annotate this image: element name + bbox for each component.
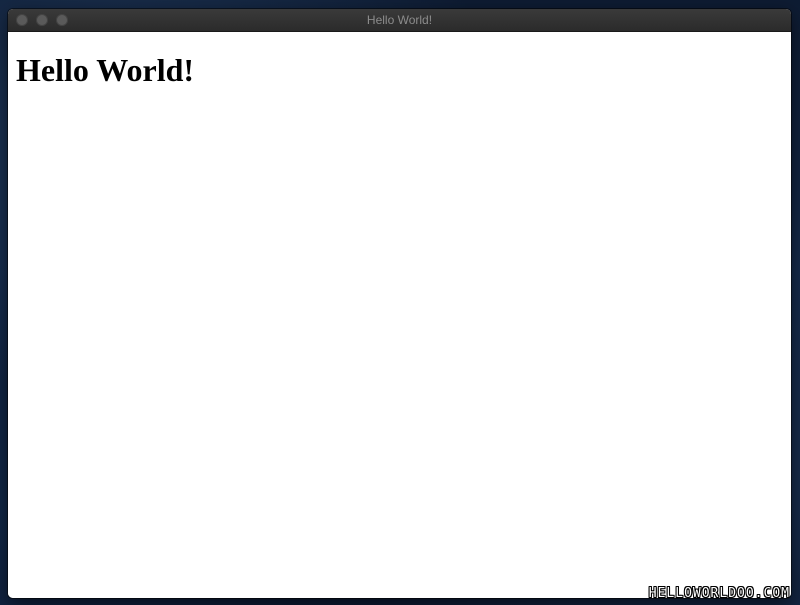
watermark-text: HELLOWORLDOO.COM [648,586,790,601]
desktop-background: Hello World! Hello World! HELLOWORLDOO.C… [0,0,800,605]
window-title: Hello World! [366,13,433,27]
window-titlebar[interactable]: Hello World! [8,9,791,32]
window-controls [16,14,68,26]
browser-window: Hello World! Hello World! [8,9,791,598]
page-heading: Hello World! [16,52,195,88]
zoom-icon[interactable] [56,14,68,26]
close-icon[interactable] [16,14,28,26]
minimize-icon[interactable] [36,14,48,26]
page-content: Hello World! [8,32,791,598]
